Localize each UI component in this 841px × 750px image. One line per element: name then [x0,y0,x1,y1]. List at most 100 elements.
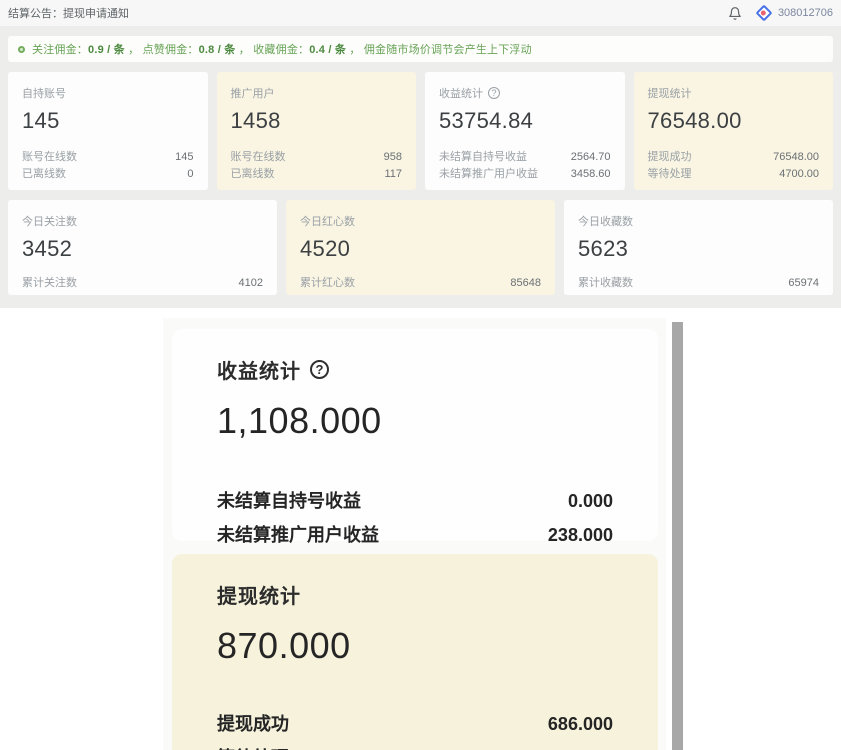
phone-stat-label: 未结算推广用户收益 [217,518,379,552]
phone-stat-label: 提现成功 [217,707,289,741]
stat-value: 76548.00 [773,149,819,166]
question-circle-icon[interactable]: ? [310,360,329,379]
bell-icon[interactable] [728,6,742,21]
card-sub-rows: 提现成功 76548.00 等待处理 4700.00 [648,149,820,183]
card-sub-rows: 累计关注数 4102 [22,275,263,292]
phone-sub-rows: 未结算自持号收益 0.000 未结算推广用户收益 238.000 [217,484,613,552]
card-big-value: 1458 [231,108,403,134]
stat-label: 累计红心数 [300,275,355,292]
brand-group: 308012706 [758,7,833,19]
card-sub-rows: 未结算自持号收益 2564.70 未结算推广用户收益 3458.60 [439,149,611,183]
page: 结算公告：提现申请通知 308012706 关注佣金：0.9 / 条 ， 点赞佣… [0,0,841,750]
stat-value: 958 [384,149,402,166]
commission-notice-bar: 关注佣金：0.9 / 条 ， 点赞佣金：0.8 / 条 ， 收藏佣金：0.4 /… [8,36,833,62]
card-sub-rows: 账号在线数 958 已离线数 117 [231,149,403,183]
card-title: 今日收藏数 [578,213,819,229]
card-withdraw-stats: 提现统计 76548.00 提现成功 76548.00 等待处理 4700.00 [634,72,834,190]
notice-value-like: 0.8 / 条 [199,44,236,56]
card-income-stats: 收益统计 ? 53754.84 未结算自持号收益 2564.70 未结算推广用户… [425,72,625,190]
phone-stat-value: 686.000 [548,707,613,741]
card-title: 提现统计 [648,85,820,101]
notice-value-follow: 0.9 / 条 [88,44,125,56]
mobile-screenshot-panel: 收益统计 ? 1,108.000 未结算自持号收益 0.000 未结算推广用户收… [163,318,666,750]
phone-income-section: 收益统计 ? 1,108.000 未结算自持号收益 0.000 未结算推广用户收… [172,329,658,541]
stat-row: 未结算自持号收益 2564.70 [439,149,611,166]
phone-stat-value: 0.000 [568,484,613,518]
scrollbar-thumb[interactable] [672,322,683,750]
stat-value: 117 [384,166,402,183]
stat-label: 已离线数 [22,166,66,183]
topbar-right-group: 308012706 [728,6,833,21]
card-big-value: 3452 [22,236,263,262]
phone-section-title-row: 收益统计 ? [217,355,613,384]
notice-separator: ， [125,44,139,56]
stat-value: 3458.60 [571,166,611,183]
stats-row-1: 自持账号 145 账号在线数 145 已离线数 0 推广用户 1458 账号在线… [8,72,833,190]
card-title: 推广用户 [231,85,403,101]
card-title: 自持账号 [22,85,194,101]
card-big-value: 53754.84 [439,108,611,134]
diamond-logo-icon [755,5,772,22]
stat-row: 提现成功 76548.00 [648,149,820,166]
phone-stat-value: 238.000 [548,518,613,552]
stat-row: 累计红心数 85648 [300,275,541,292]
phone-section-title: 收益统计 [217,355,301,384]
commission-notice-text: 关注佣金：0.9 / 条 ， 点赞佣金：0.8 / 条 ， 收藏佣金：0.4 /… [32,41,532,57]
stat-value: 4700.00 [779,166,819,183]
stat-value: 4102 [239,275,263,292]
phone-stat-label: 未结算自持号收益 [217,484,361,518]
card-today-favorites: 今日收藏数 5623 累计收藏数 65974 [564,200,833,295]
notice-label-follow: 关注佣金： [32,44,88,56]
stats-row-2: 今日关注数 3452 累计关注数 4102 今日红心数 4520 累计红心数 8… [8,200,833,295]
phone-withdraw-section: 提现统计 870.000 提现成功 686.000 等待处理 184.000 [172,554,658,750]
phone-stat-row: 未结算推广用户收益 238.000 [217,518,613,552]
phone-stat-row: 提现成功 686.000 [217,707,613,741]
stat-value: 145 [175,149,193,166]
stat-value: 0 [187,166,193,183]
phone-stat-row: 等待处理 184.000 [217,741,613,750]
stat-value: 2564.70 [571,149,611,166]
card-promo-users: 推广用户 1458 账号在线数 958 已离线数 117 [217,72,417,190]
card-big-value: 145 [22,108,194,134]
card-big-value: 5623 [578,236,819,262]
top-bar: 结算公告：提现申请通知 308012706 [0,0,841,26]
notice-value-favorite: 0.4 / 条 [309,44,346,56]
notice-tail: 佣金随市场价调节会产生上下浮动 [364,44,532,56]
phone-big-value: 870.000 [217,625,613,667]
card-title: 今日红心数 [300,213,541,229]
phone-sub-rows: 提现成功 686.000 等待处理 184.000 [217,707,613,750]
stat-row: 账号在线数 145 [22,149,194,166]
stat-row: 已离线数 0 [22,166,194,183]
phone-stat-value: 184.000 [548,741,613,750]
phone-stat-row: 未结算自持号收益 0.000 [217,484,613,518]
card-sub-rows: 累计红心数 85648 [300,275,541,292]
announcement-text: 结算公告：提现申请通知 [8,5,129,21]
stat-label: 等待处理 [648,166,692,183]
stat-row: 已离线数 117 [231,166,403,183]
stat-row: 等待处理 4700.00 [648,166,820,183]
notice-label-favorite: 收藏佣金： [253,44,309,56]
card-sub-rows: 累计收藏数 65974 [578,275,819,292]
question-circle-icon[interactable]: ? [488,87,500,99]
stat-label: 未结算推广用户收益 [439,166,538,183]
phone-stat-label: 等待处理 [217,741,289,750]
stat-label: 未结算自持号收益 [439,149,527,166]
stat-label: 账号在线数 [231,149,286,166]
phone-big-value: 1,108.000 [217,400,613,442]
card-title-text: 收益统计 [439,85,483,101]
card-big-value: 4520 [300,236,541,262]
stat-label: 已离线数 [231,166,275,183]
stat-row: 累计收藏数 65974 [578,275,819,292]
card-title: 今日关注数 [22,213,263,229]
stat-row: 累计关注数 4102 [22,275,263,292]
card-title: 收益统计 ? [439,85,611,101]
stat-value: 85648 [510,275,541,292]
stat-row: 未结算推广用户收益 3458.60 [439,166,611,183]
stat-label: 账号在线数 [22,149,77,166]
stat-label: 累计关注数 [22,275,77,292]
card-self-accounts: 自持账号 145 账号在线数 145 已离线数 0 [8,72,208,190]
stat-label: 提现成功 [648,149,692,166]
stat-row: 账号在线数 958 [231,149,403,166]
phone-section-title-row: 提现统计 [217,580,613,609]
stat-label: 累计收藏数 [578,275,633,292]
